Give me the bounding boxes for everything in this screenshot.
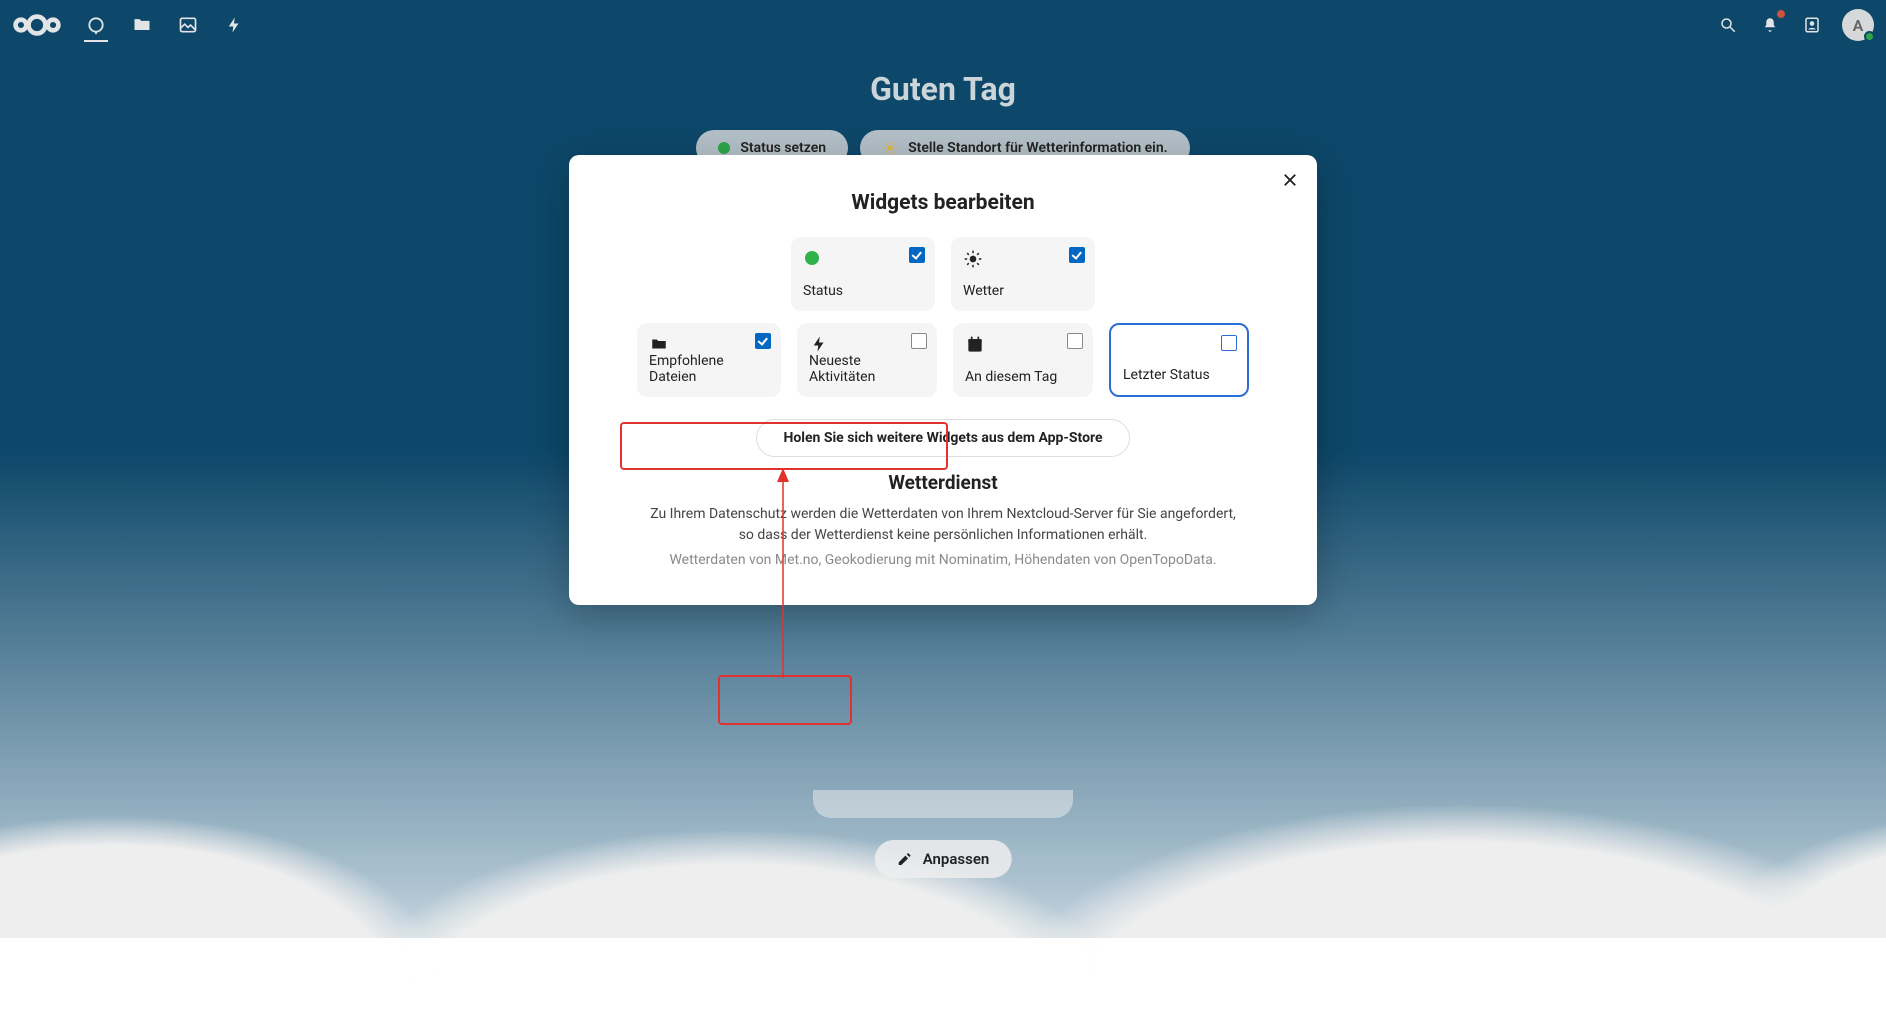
widget-tile-status[interactable]: Status [791, 237, 935, 311]
modal-title: Widgets bearbeiten [609, 191, 1277, 215]
widget-tile-on-this-day[interactable]: An diesem Tag [953, 323, 1093, 397]
status-dot-icon [805, 251, 819, 265]
widget-label: Letzter Status [1123, 367, 1235, 383]
checkbox-checked-icon[interactable] [1069, 247, 1085, 263]
widget-label: Wetter [963, 283, 1083, 299]
weather-service-desc-1: Zu Ihrem Datenschutz werden die Wetterda… [609, 504, 1277, 525]
weather-service-credits: Wetterdaten von Met.no, Geokodierung mit… [609, 550, 1277, 571]
widget-tile-weather[interactable]: Wetter [951, 237, 1095, 311]
close-button[interactable] [1279, 169, 1301, 191]
widget-tile-recommended[interactable]: Empfohlene Dateien [637, 323, 781, 397]
checkbox-unchecked-icon[interactable] [1221, 335, 1237, 351]
bolt-icon [809, 335, 829, 353]
checkbox-checked-icon[interactable] [909, 247, 925, 263]
widget-label: Neueste Aktivitäten [809, 353, 925, 385]
appstore-link[interactable]: Holen Sie sich weitere Widgets aus dem A… [756, 419, 1129, 457]
folder-icon [649, 335, 669, 353]
sun-icon [963, 249, 983, 269]
checkbox-checked-icon[interactable] [755, 333, 771, 349]
calendar-icon [965, 335, 985, 355]
widget-label: An diesem Tag [965, 369, 1081, 385]
close-icon [1281, 171, 1299, 189]
edit-widgets-modal: Widgets bearbeiten Status Wetter Empfohl… [569, 155, 1317, 605]
weather-service-title: Wetterdienst [609, 471, 1277, 494]
weather-service-desc-2: so dass der Wetterdienst keine persönlic… [609, 525, 1277, 546]
widget-tile-last-status[interactable]: Letzter Status [1109, 323, 1249, 397]
widget-tile-recent-activity[interactable]: Neueste Aktivitäten [797, 323, 937, 397]
moon-icon [1123, 337, 1143, 357]
widget-label: Empfohlene Dateien [649, 353, 769, 385]
widget-label: Status [803, 283, 923, 299]
checkbox-unchecked-icon[interactable] [1067, 333, 1083, 349]
checkbox-unchecked-icon[interactable] [911, 333, 927, 349]
